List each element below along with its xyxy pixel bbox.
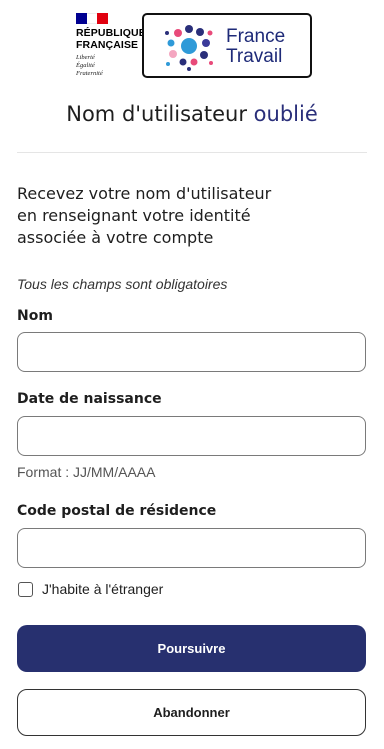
intro-line-2: en renseignant votre identité xyxy=(17,206,251,225)
page-title: Nom d'utilisateur oublié xyxy=(0,102,384,126)
intro-line-3: associée à votre compte xyxy=(17,228,214,247)
intro-text: Recevez votre nom d'utilisateur en rense… xyxy=(17,183,367,249)
france-travail-dots-icon xyxy=(165,25,213,71)
rf-name-line-2: FRANÇAISE xyxy=(76,39,139,51)
abandonner-button[interactable]: Abandonner xyxy=(17,689,366,736)
rf-motto-liberte: Liberté xyxy=(76,54,95,61)
code-postal-label: Code postal de résidence xyxy=(17,503,217,519)
etranger-checkbox[interactable] xyxy=(18,581,33,597)
date-naissance-label: Date de naissance xyxy=(17,391,162,407)
poursuivre-button[interactable]: Poursuivre xyxy=(17,625,366,672)
divider xyxy=(17,152,367,153)
date-naissance-input[interactable] xyxy=(17,416,366,456)
required-fields-note: Tous les champs sont obligatoires xyxy=(17,276,228,292)
page-title-start: Nom d'utilisateur xyxy=(66,102,254,126)
rf-motto: Liberté Égalité Fraternité xyxy=(76,54,146,78)
code-postal-input[interactable] xyxy=(17,528,366,568)
nom-input[interactable] xyxy=(17,332,366,372)
rf-motto-fraternite: Fraternité xyxy=(76,70,103,77)
date-format-hint: Format : JJ/MM/AAAA xyxy=(17,464,156,480)
intro-line-1: Recevez votre nom d'utilisateur xyxy=(17,184,272,203)
page-title-accent: oublié xyxy=(253,102,318,126)
brand-name-line-2: Travail xyxy=(226,46,283,67)
etranger-checkbox-row[interactable]: J'habite à l'étranger xyxy=(18,579,163,599)
nom-label: Nom xyxy=(17,308,53,324)
rf-name-line-1: RÉPUBLIQUE xyxy=(76,27,146,39)
rf-motto-egalite: Égalité xyxy=(76,62,95,69)
republique-francaise-logo: RÉPUBLIQUE FRANÇAISE Liberté Égalité Fra… xyxy=(76,13,146,78)
header: RÉPUBLIQUE FRANÇAISE Liberté Égalité Fra… xyxy=(0,0,384,90)
etranger-checkbox-label[interactable]: J'habite à l'étranger xyxy=(42,581,163,597)
brand-name-line-1: France xyxy=(226,26,286,47)
french-flag-icon xyxy=(76,13,109,24)
france-travail-name: France Travail xyxy=(226,27,285,67)
france-travail-logo[interactable]: France Travail xyxy=(142,13,312,78)
